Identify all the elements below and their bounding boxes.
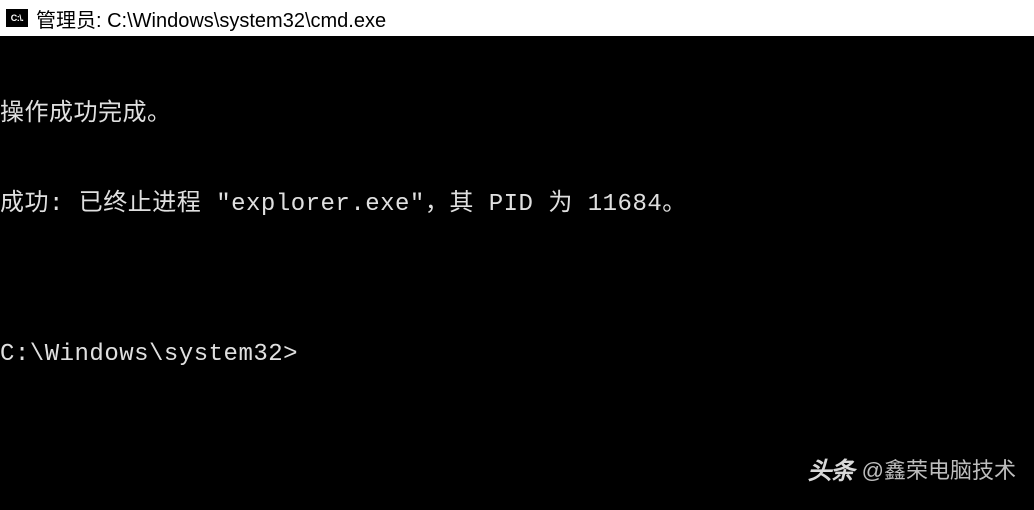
watermark: 头条 @鑫荣电脑技术	[808, 451, 1016, 486]
watermark-handle: @鑫荣电脑技术	[862, 453, 1016, 485]
watermark-label: 头条	[808, 451, 854, 486]
terminal-output[interactable]: 操作成功完成。 成功: 已终止进程 "explorer.exe"，其 PID 为…	[0, 36, 1034, 400]
cmd-app-icon: C:\.	[6, 9, 28, 27]
terminal-prompt: C:\Windows\system32>	[0, 340, 1034, 370]
window-title: 管理员: C:\Windows\system32\cmd.exe	[36, 4, 386, 33]
title-bar[interactable]: C:\. 管理员: C:\Windows\system32\cmd.exe	[0, 0, 1034, 36]
terminal-line: 成功: 已终止进程 "explorer.exe"，其 PID 为 11684。	[0, 190, 1034, 220]
terminal-line: 操作成功完成。	[0, 100, 1034, 130]
